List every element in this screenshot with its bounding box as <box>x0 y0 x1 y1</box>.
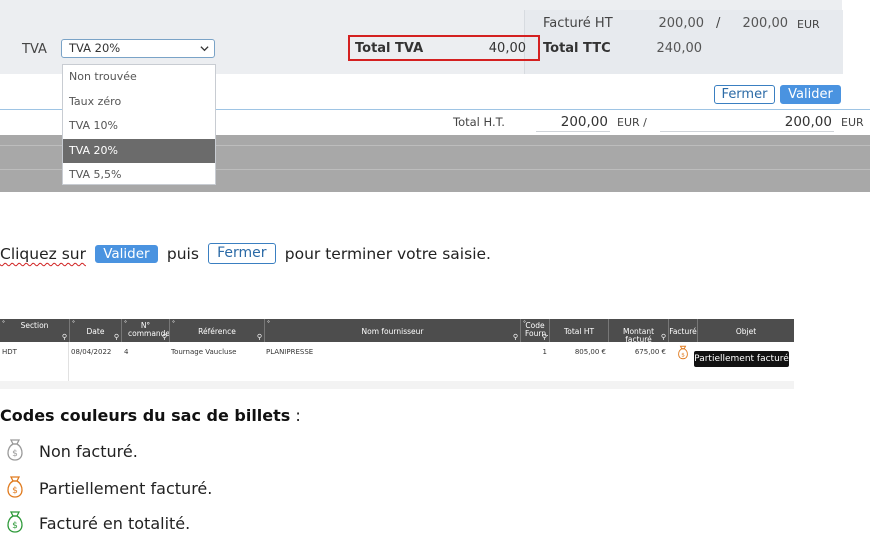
tva-selected-value: TVA 20% <box>69 41 121 55</box>
money-bag-icon-gray: $ <box>7 439 23 461</box>
total-ttc-label: Total TTC <box>543 41 611 56</box>
total-ht-currency-2: EUR <box>841 116 864 129</box>
tva-option-20[interactable]: TVA 20% <box>63 138 215 163</box>
money-bag-icon[interactable]: $ <box>676 345 690 360</box>
tva-select[interactable]: TVA 20% <box>61 39 215 58</box>
total-ht-value: 200,00 <box>560 114 608 130</box>
instruction-part-3: pour terminer votre saisie. <box>284 245 491 263</box>
orders-table: ° Section ⚲ ° Date ⚲ ° N° commande ⚲ ° Référenc… <box>0 319 794 389</box>
legend-item-partiel: $ Partiellement facturé. <box>0 475 300 501</box>
legend-label-total: Facturé en totalité. <box>39 514 191 533</box>
instruction-validate-button: Valider <box>94 244 158 263</box>
cell-code: 1 <box>542 348 547 356</box>
currency-label: EUR <box>797 18 820 31</box>
cell-fournisseur: PLANIPRESSE <box>266 348 314 356</box>
instruction-part-2: puis <box>166 245 199 263</box>
total-tva-label: Total TVA <box>355 41 424 56</box>
total-ht-value-2: 200,00 <box>784 114 832 130</box>
instruction-part-1: Cliquez sur <box>0 245 86 263</box>
search-icon: ⚲ <box>113 333 119 341</box>
total-ht-label: Total H.T. <box>453 115 505 129</box>
svg-text:$: $ <box>12 486 18 496</box>
facture-ht-label: Facturé HT <box>543 16 613 31</box>
column-code[interactable]: ° Code Fourn. ⚲ <box>520 319 549 342</box>
search-icon: ⚲ <box>541 333 547 341</box>
column-objet[interactable]: Objet <box>697 319 794 342</box>
chevron-down-icon <box>200 46 209 52</box>
column-section[interactable]: ° Section ⚲ <box>0 319 69 342</box>
facture-ht-value-2: 200,00 <box>742 16 789 31</box>
total-tva-value: 40,00 <box>488 41 526 56</box>
legend-label-non-facture: Non facturé. <box>39 442 138 461</box>
search-icon: ⚲ <box>256 333 262 341</box>
validate-button[interactable]: Valider <box>780 85 841 104</box>
legend-title-suffix: : <box>290 406 301 425</box>
column-reference[interactable]: ° Référence ⚲ <box>169 319 264 342</box>
column-date[interactable]: ° Date ⚲ <box>69 319 121 342</box>
legend-title: Codes couleurs du sac de billets : <box>0 406 301 425</box>
svg-text:$: $ <box>12 521 18 531</box>
table-header: ° Section ⚲ ° Date ⚲ ° N° commande ⚲ ° Référenc… <box>0 319 794 344</box>
cell-section: HDT <box>2 348 17 356</box>
tva-option-10[interactable]: TVA 10% <box>63 114 215 139</box>
legend-item-total: $ Facturé en totalité. <box>0 510 300 536</box>
search-icon: ⚲ <box>161 333 167 341</box>
legend-item-non-facture: $ Non facturé. <box>0 438 300 464</box>
tva-option-taux-zero[interactable]: Taux zéro <box>63 90 215 115</box>
svg-text:$: $ <box>12 449 18 459</box>
money-bag-icon-green: $ <box>7 511 23 533</box>
total-ht-input-underline <box>536 131 610 132</box>
facture-ht-value: 200,00 <box>658 16 705 31</box>
tva-dropdown-menu: Non trouvée Taux zéro TVA 10% TVA 20% TV… <box>62 64 216 185</box>
instruction-text: Cliquez sur Valider puis Fermer pour ter… <box>0 243 491 265</box>
column-facture[interactable]: Facturé <box>668 319 697 342</box>
total-ht-currency: EUR / <box>617 116 647 129</box>
legend-title-text: Codes couleurs du sac de billets <box>0 406 291 425</box>
cell-commande: 4 <box>124 348 129 356</box>
tva-option-5-5[interactable]: TVA 5,5% <box>63 163 215 188</box>
column-commande[interactable]: ° N° commande ⚲ <box>121 319 170 342</box>
close-button[interactable]: Fermer <box>714 85 775 104</box>
column-fournisseur[interactable]: ° Nom fournisseur ⚲ <box>264 319 520 342</box>
separator: / <box>716 16 721 31</box>
total-ttc-value: 240,00 <box>656 41 703 56</box>
cell-reference: Tournage Vaucluse <box>171 348 237 356</box>
tva-option-non-trouvee[interactable]: Non trouvée <box>63 65 215 90</box>
instruction-close-button: Fermer <box>207 243 276 264</box>
cell-montant: 675,00 € <box>634 348 666 356</box>
table-row-empty <box>0 363 794 382</box>
table-footer <box>0 381 794 389</box>
column-montant[interactable]: Montant facturé ⚲ <box>608 319 668 344</box>
status-tooltip: Partiellement facturé <box>694 351 789 367</box>
legend-label-partiel: Partiellement facturé. <box>39 479 213 498</box>
tva-label: TVA <box>22 42 47 57</box>
total-tva-highlight: Total TVA 40,00 <box>348 35 540 61</box>
money-bag-icon-orange: $ <box>7 476 23 498</box>
search-icon: ⚲ <box>660 333 666 341</box>
table-row[interactable] <box>0 342 794 364</box>
search-icon: ⚲ <box>512 333 518 341</box>
total-ht-input-underline-2 <box>660 131 834 132</box>
cell-date: 08/04/2022 <box>71 348 112 356</box>
svg-text:$: $ <box>681 352 685 358</box>
search-icon: ⚲ <box>61 333 67 341</box>
column-total-ht[interactable]: Total HT <box>549 319 608 342</box>
cell-total-ht: 805,00 € <box>574 348 606 356</box>
